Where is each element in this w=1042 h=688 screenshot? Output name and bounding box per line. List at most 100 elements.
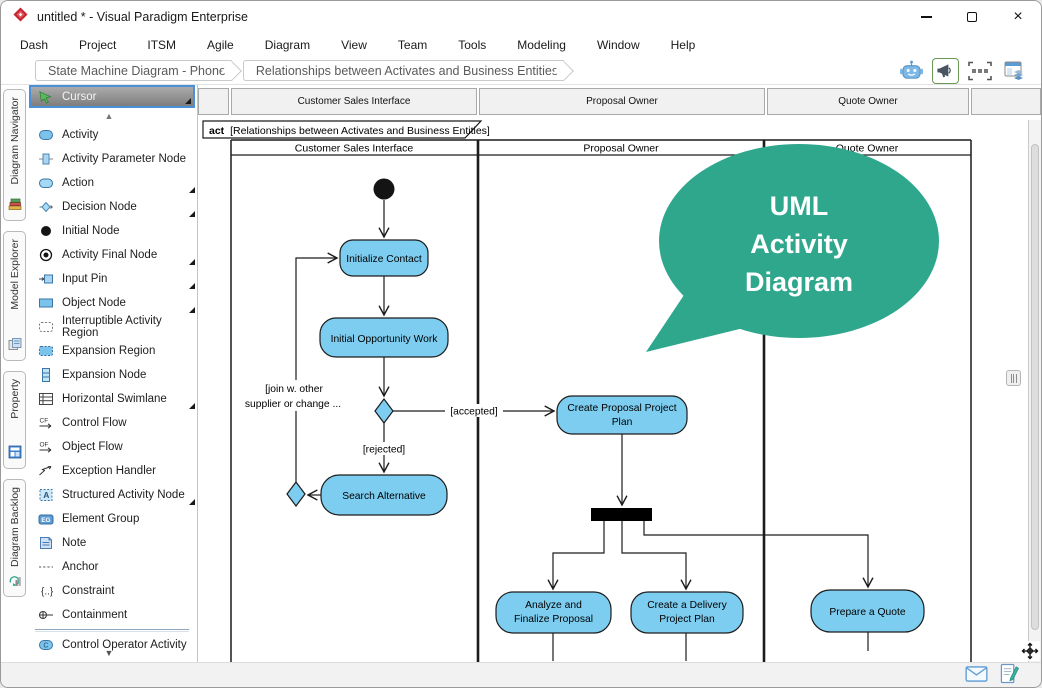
frame-label-tab[interactable]: act [Relationships between Activates and… bbox=[203, 121, 490, 138]
palette-item-interruptible-activity-region[interactable]: Interruptible Activity Region bbox=[27, 315, 197, 339]
breadcrumb-item-diagram[interactable]: State Machine Diagram - Phone bbox=[35, 60, 232, 81]
lane-button-proposal-owner[interactable]: Proposal Owner bbox=[479, 88, 765, 115]
svg-text:Create Proposal Project: Create Proposal Project bbox=[567, 403, 676, 414]
tab-diagram-backlog[interactable]: Diagram Backlog bbox=[3, 479, 26, 597]
palette-item-expansion-node[interactable]: Expansion Node bbox=[27, 363, 197, 387]
lane-button-customer-sales-interface[interactable]: Customer Sales Interface bbox=[231, 88, 477, 115]
palette-item-containment[interactable]: Containment bbox=[27, 603, 197, 627]
edit-log-button[interactable] bbox=[1000, 663, 1019, 688]
exception-handler-icon bbox=[37, 463, 55, 479]
diagram-backlog-icon bbox=[8, 573, 22, 592]
merge-node[interactable] bbox=[287, 482, 305, 506]
initial-node[interactable] bbox=[374, 179, 395, 200]
palette-item-decision-node[interactable]: Decision Node bbox=[27, 195, 197, 219]
selection-frame-button[interactable] bbox=[966, 58, 993, 84]
activity-final-node-icon bbox=[37, 247, 55, 263]
diagram-navigator-icon bbox=[8, 197, 22, 216]
palette-scroll-down[interactable]: ▼ bbox=[27, 649, 191, 658]
model-explorer-icon bbox=[8, 337, 22, 356]
megaphone-button[interactable] bbox=[932, 58, 959, 84]
palette-item-element-group[interactable]: EGElement Group bbox=[27, 507, 197, 531]
menu-item-team[interactable]: Team bbox=[398, 38, 427, 52]
maximize-button[interactable] bbox=[949, 1, 995, 33]
svg-text:[rejected]: [rejected] bbox=[363, 445, 405, 456]
palette-item-action[interactable]: Action bbox=[27, 171, 197, 195]
initial-node-icon bbox=[37, 223, 55, 239]
lane-corner-button[interactable] bbox=[198, 88, 229, 115]
svg-text:Diagram: Diagram bbox=[745, 267, 853, 297]
menu-item-help[interactable]: Help bbox=[671, 38, 696, 52]
tab-property[interactable]: Property bbox=[3, 371, 26, 469]
svg-text:Activity: Activity bbox=[750, 229, 848, 259]
palette-item-horizontal-swimlane[interactable]: Horizontal Swimlane bbox=[27, 387, 197, 411]
menu-item-project[interactable]: Project bbox=[79, 38, 116, 52]
menubar: Dash Project ITSM Agile Diagram View Tea… bbox=[1, 33, 1041, 57]
bot-assistant-button[interactable] bbox=[898, 58, 925, 84]
vertical-scrollbar[interactable] bbox=[1028, 120, 1041, 662]
palette-item-input-pin[interactable]: Input Pin bbox=[27, 267, 197, 291]
breadcrumb-item-current[interactable]: Relationships between Activates and Busi… bbox=[243, 60, 564, 81]
menu-item-itsm[interactable]: ITSM bbox=[147, 38, 176, 52]
palette-item-activity-final-node[interactable]: Activity Final Node bbox=[27, 243, 197, 267]
menu-item-view[interactable]: View bbox=[341, 38, 367, 52]
palette-item-exception-handler[interactable]: Exception Handler bbox=[27, 459, 197, 483]
scrollbar-thumb[interactable] bbox=[1031, 144, 1039, 630]
menu-item-dash[interactable]: Dash bbox=[20, 38, 48, 52]
minimize-button[interactable] bbox=[903, 1, 949, 33]
palette-item-constraint[interactable]: {..}Constraint bbox=[27, 579, 197, 603]
svg-text:Create a Delivery: Create a Delivery bbox=[647, 600, 727, 611]
titlebar: untitled * - Visual Paradigm Enterprise … bbox=[1, 1, 1041, 33]
diagram-canvas[interactable]: Customer Sales Interface Proposal Owner … bbox=[198, 85, 1041, 662]
splitter-grip[interactable] bbox=[1006, 370, 1021, 386]
svg-text:supplier or change ...: supplier or change ... bbox=[245, 399, 341, 410]
action-initialize-contact[interactable]: Initialize Contact bbox=[340, 240, 428, 276]
menu-item-window[interactable]: Window bbox=[597, 38, 640, 52]
action-search-alternative[interactable]: Search Alternative bbox=[321, 475, 447, 515]
action-create-proposal-project-plan[interactable]: Create Proposal Project Plan bbox=[557, 396, 687, 434]
property-icon bbox=[8, 445, 22, 464]
menu-item-modeling[interactable]: Modeling bbox=[517, 38, 566, 52]
palette-item-activity-parameter-node[interactable]: Activity Parameter Node bbox=[27, 147, 197, 171]
palette-item-control-flow[interactable]: CFControl Flow bbox=[27, 411, 197, 435]
interruptible-activity-region-icon bbox=[37, 319, 55, 335]
expansion-node-icon bbox=[37, 367, 55, 383]
palette-scroll-up[interactable]: ▲ bbox=[27, 112, 191, 121]
action-initial-opportunity-work[interactable]: Initial Opportunity Work bbox=[320, 318, 448, 357]
palette-item-anchor[interactable]: Anchor bbox=[27, 555, 197, 579]
edit-log-icon bbox=[1000, 663, 1019, 684]
mail-button[interactable] bbox=[965, 666, 988, 687]
action-analyze-and-finalize-proposal[interactable]: Analyze and Finalize Proposal bbox=[496, 592, 611, 633]
palette-item-expansion-region[interactable]: Expansion Region bbox=[27, 339, 197, 363]
menu-item-diagram[interactable]: Diagram bbox=[265, 38, 310, 52]
decision-node[interactable] bbox=[375, 399, 393, 423]
uml-activity-diagram-callout[interactable]: UML Activity Diagram bbox=[646, 144, 939, 352]
lane-button-quote-owner[interactable]: Quote Owner bbox=[767, 88, 969, 115]
tab-diagram-navigator[interactable]: Diagram Navigator bbox=[3, 89, 26, 221]
activity-diagram: act [Relationships between Activates and… bbox=[198, 118, 1041, 662]
palette-item-initial-node[interactable]: Initial Node bbox=[27, 219, 197, 243]
menu-item-agile[interactable]: Agile bbox=[207, 38, 234, 52]
palette-item-note[interactable]: Note bbox=[27, 531, 197, 555]
object-flow-icon: OF bbox=[37, 439, 55, 455]
palette-item-structured-activity-node[interactable]: AStructured Activity Node bbox=[27, 483, 197, 507]
palette-item-activity[interactable]: Activity bbox=[27, 123, 197, 147]
megaphone-icon bbox=[936, 61, 955, 80]
palette-item-object-node[interactable]: Object Node bbox=[27, 291, 197, 315]
action-prepare-a-quote[interactable]: Prepare a Quote bbox=[811, 590, 924, 632]
palette-item-object-flow[interactable]: OFObject Flow bbox=[27, 435, 197, 459]
menu-item-tools[interactable]: Tools bbox=[458, 38, 486, 52]
tab-model-explorer[interactable]: Model Explorer bbox=[3, 231, 26, 361]
palette-item-cursor[interactable]: Cursor bbox=[29, 85, 195, 108]
action-create-a-delivery-project-plan[interactable]: Create a Delivery Project Plan bbox=[631, 592, 743, 633]
tool-palette: Cursor ▲ Activity Activity Parameter Nod… bbox=[27, 85, 198, 662]
constraint-icon: {..} bbox=[37, 583, 55, 599]
window-layers-button[interactable] bbox=[1000, 58, 1027, 84]
fork-node[interactable] bbox=[591, 508, 652, 521]
pan-tool-icon[interactable] bbox=[1020, 641, 1040, 661]
close-button[interactable]: × bbox=[995, 1, 1041, 33]
close-icon: × bbox=[1013, 9, 1022, 25]
svg-text:CF: CF bbox=[40, 418, 49, 425]
lane-filler-button[interactable] bbox=[971, 88, 1041, 115]
cursor-icon bbox=[36, 89, 54, 104]
guard-accepted: [accepted] bbox=[445, 404, 503, 418]
